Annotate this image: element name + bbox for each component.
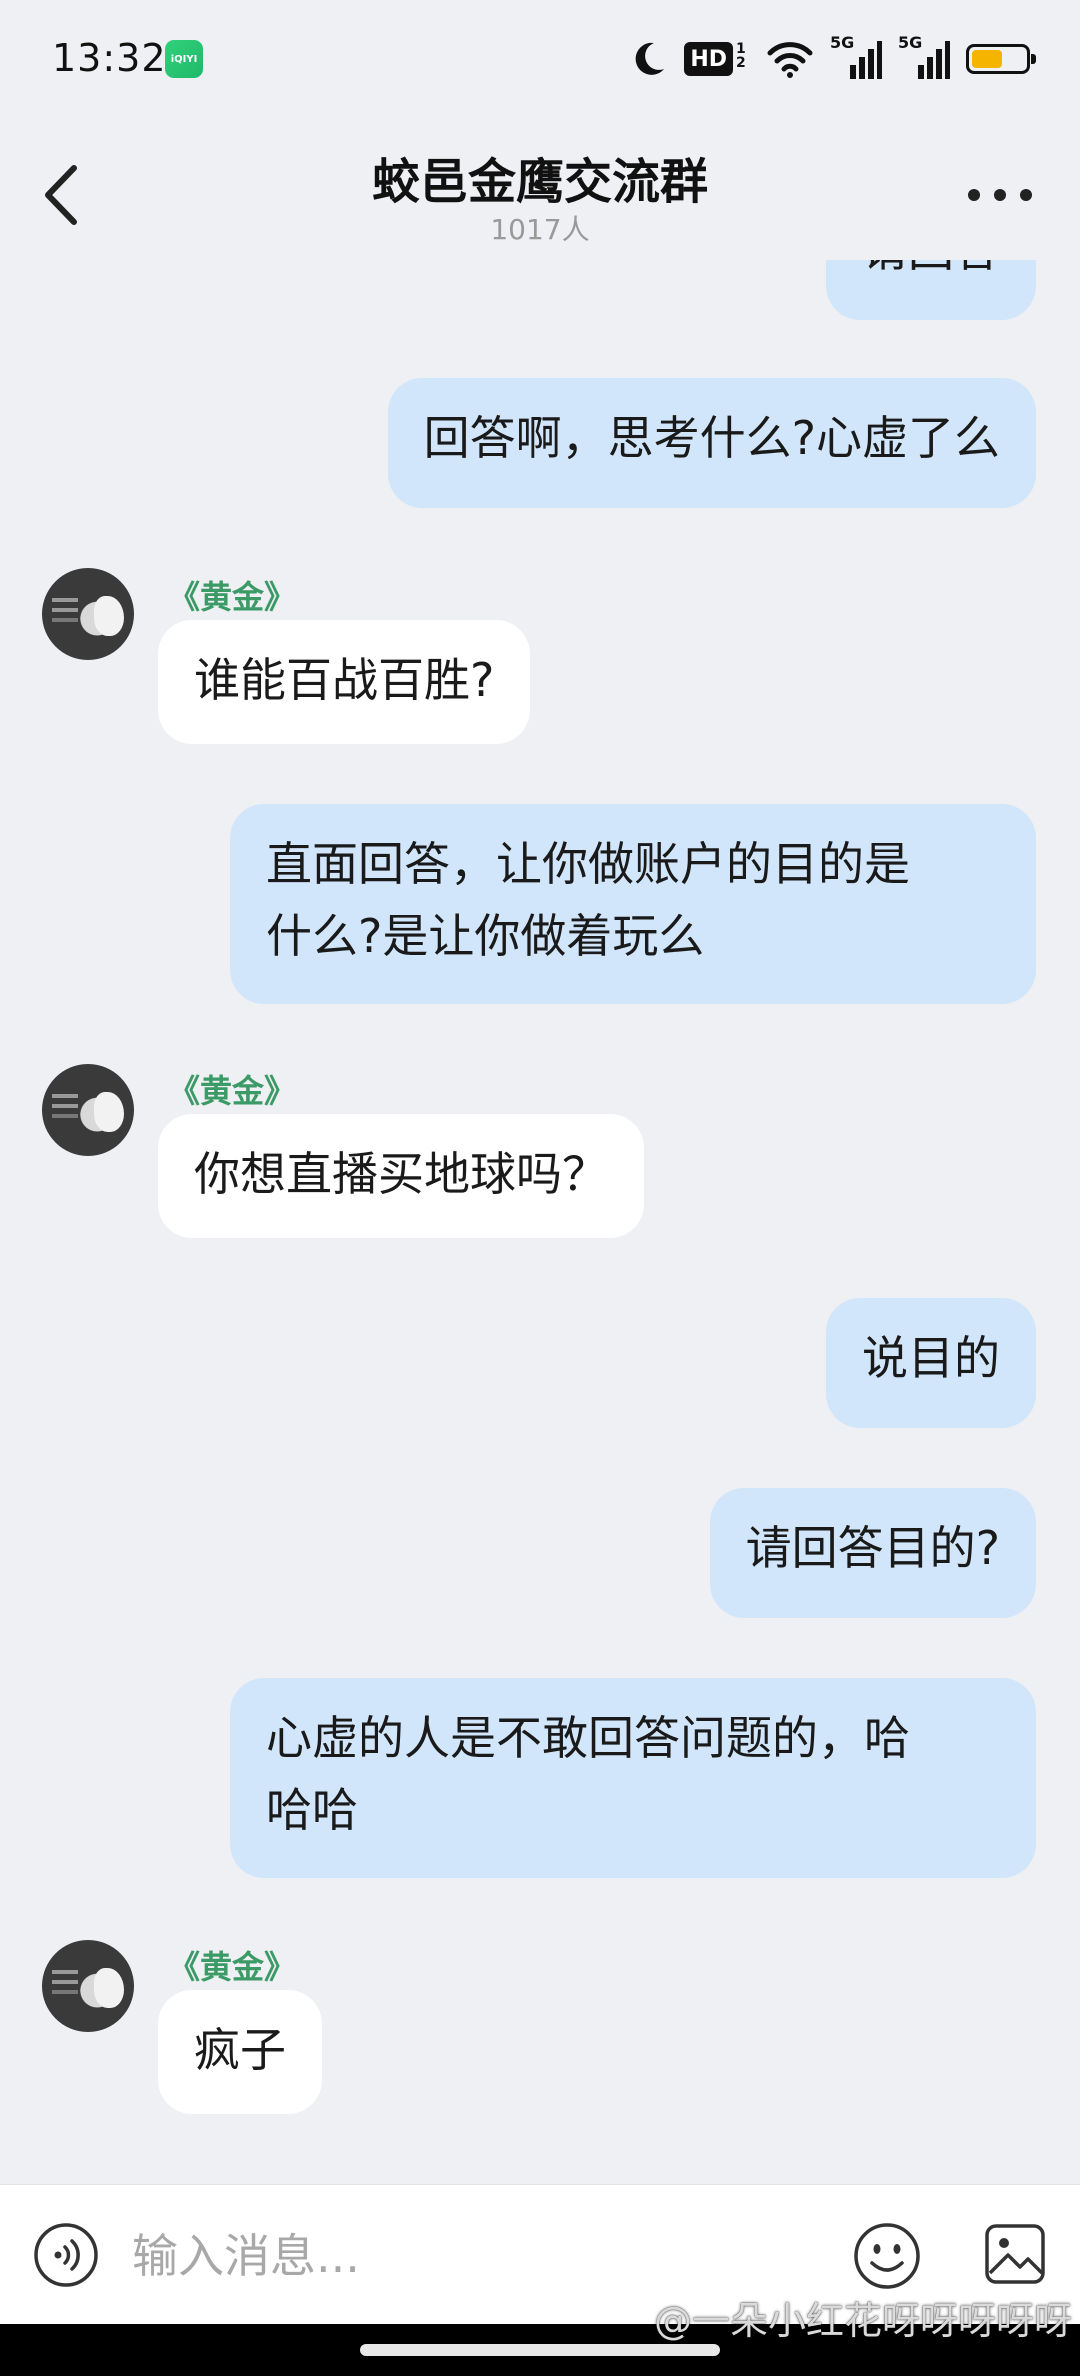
signal-strength-icon-1: 5G	[830, 33, 882, 81]
battery-fill	[972, 50, 1003, 68]
signal-strength-icon-2: 5G	[898, 33, 950, 81]
message-text: 疯子	[194, 2023, 286, 2077]
message-bubble-incoming[interactable]: 疯子	[158, 1990, 322, 2114]
message-bubble-outgoing[interactable]: 心虚的人是不敢回答问题的，哈 哈哈	[230, 1678, 1036, 1878]
message-input[interactable]	[130, 2215, 814, 2297]
image-icon[interactable]	[984, 2223, 1046, 2285]
iqiyi-app-icon: iQIYI	[165, 40, 203, 78]
message-text: 请回答	[862, 260, 1000, 277]
hd-badge: HD	[684, 42, 733, 76]
message-bubble-outgoing[interactable]: 回答啊，思考什么?心虚了么	[387, 378, 1036, 508]
message-text: 直面回答，让你做账户的目的是 什么?是让你做着玩么	[266, 837, 910, 963]
watermark: @一朵小红花呀呀呀呀呀	[653, 2299, 1072, 2343]
status-time: 13:32	[52, 36, 167, 80]
wifi-icon	[767, 42, 813, 78]
message-bubble-outgoing[interactable]: 说目的	[826, 1298, 1036, 1428]
chat-header: 蛟邑金鹰交流群 1017人	[0, 120, 1080, 260]
message-text: 请回答目的?	[745, 1521, 1000, 1575]
voice-icon[interactable]	[32, 2221, 100, 2289]
sender-name: 《黄金》	[168, 1948, 297, 1986]
message-list[interactable]: 请回答 回答啊，思考什么?心虚了么 《黄金》 谁能百战百胜? 直面回答，让你做账…	[0, 260, 1080, 2180]
message-text: 回答啊，思考什么?心虚了么	[423, 411, 1000, 465]
emoji-icon[interactable]	[852, 2221, 922, 2291]
message-bubble-incoming[interactable]: 谁能百战百胜?	[158, 620, 531, 744]
chat-title[interactable]: 蛟邑金鹰交流群	[0, 142, 1080, 212]
message-text: 你想直播买地球吗？	[194, 1147, 608, 1201]
more-horizontal-icon[interactable]	[964, 180, 1036, 210]
home-indicator[interactable]	[360, 2344, 720, 2356]
message-bubble-incoming[interactable]: 你想直播买地球吗？	[158, 1114, 644, 1238]
hd-sub-label: 1 2	[736, 41, 746, 71]
message-text: 说目的	[862, 1331, 1000, 1385]
message-bubble-outgoing[interactable]: 直面回答，让你做账户的目的是 什么?是让你做着玩么	[230, 804, 1036, 1004]
message-bubble-outgoing[interactable]: 请回答	[826, 260, 1036, 320]
sender-name: 《黄金》	[168, 578, 297, 616]
battery-icon	[966, 44, 1036, 74]
avatar[interactable]	[42, 1064, 134, 1156]
status-icons: HD 1 2 5G 5G	[628, 33, 1036, 84]
avatar[interactable]	[42, 1940, 134, 2032]
member-count: 1017人	[490, 213, 590, 246]
status-bar: 13:32 iQIYI HD 1 2 5G 5G	[0, 0, 1080, 120]
message-text: 心虚的人是不敢回答问题的，哈 哈哈	[266, 1711, 910, 1837]
message-text: 谁能百战百胜?	[194, 653, 495, 707]
sender-name: 《黄金》	[168, 1072, 297, 1110]
avatar[interactable]	[42, 568, 134, 660]
moon-icon	[635, 42, 665, 75]
message-bubble-outgoing[interactable]: 请回答目的?	[709, 1488, 1036, 1618]
